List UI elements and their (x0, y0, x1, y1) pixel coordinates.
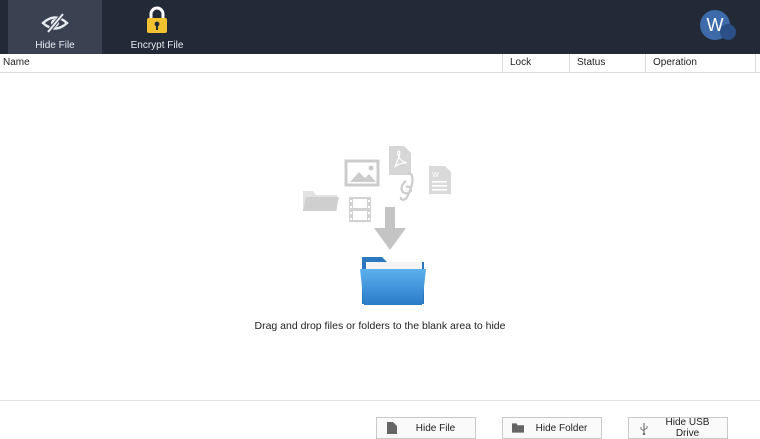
avatar-letter: W (706, 14, 724, 35)
tab-hide-file[interactable]: Hide File (8, 0, 102, 54)
film-icon (349, 197, 371, 222)
account-avatar[interactable]: W (700, 10, 736, 40)
toolbar: Hide File Encrypt File W (0, 0, 760, 54)
pdf-icon (389, 146, 411, 175)
down-arrow-icon (374, 207, 406, 250)
folder-gray-icon (303, 191, 339, 211)
lock-icon (145, 4, 169, 34)
drop-area[interactable]: W Drag and drop files or folders to the … (0, 73, 760, 400)
document-icon: W (429, 166, 451, 194)
image-icon (344, 159, 380, 187)
music-note-icon (399, 171, 414, 201)
tab-label: Hide File (35, 40, 75, 51)
column-header-operation[interactable]: Operation (646, 54, 756, 72)
tab-label: Encrypt File (130, 40, 184, 51)
hide-file-label: Hide File (415, 422, 456, 434)
file-icon (386, 422, 398, 434)
column-header-status[interactable]: Status (570, 54, 646, 72)
drop-illustration: W (303, 146, 451, 305)
tab-encrypt-file[interactable]: Encrypt File (118, 0, 196, 54)
column-header-name[interactable]: Name (0, 54, 503, 72)
eye-hidden-icon (40, 4, 70, 34)
svg-text:W: W (432, 171, 439, 179)
hide-folder-label: Hide Folder (535, 422, 588, 434)
action-bar: Hide File Hide Folder Hide USB Drive (0, 400, 760, 439)
folder-blue-icon (360, 257, 426, 305)
folder-icon (512, 422, 524, 434)
table-header: Name Lock Status Operation (0, 54, 760, 73)
column-header-lock[interactable]: Lock (503, 54, 570, 72)
drop-hint: Drag and drop files or folders to the bl… (254, 320, 506, 332)
usb-icon (638, 422, 650, 435)
